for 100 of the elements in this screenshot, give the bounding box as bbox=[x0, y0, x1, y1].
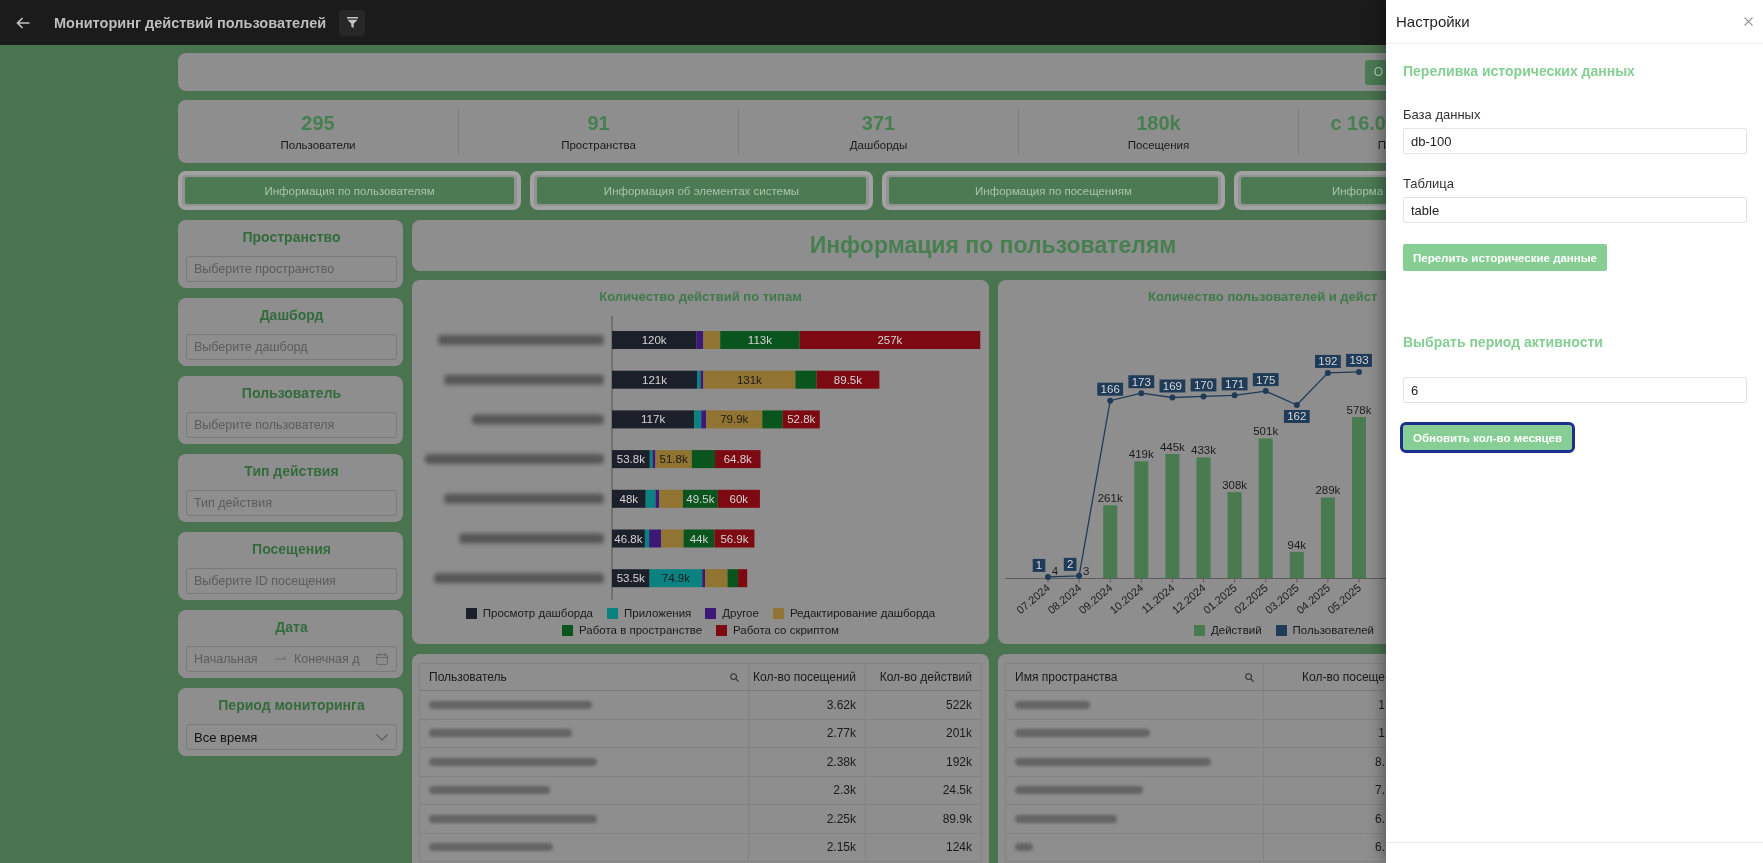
data-label: 48k bbox=[619, 492, 639, 505]
table-cell: 24.5k bbox=[865, 776, 981, 804]
bar-value: 261k bbox=[1097, 492, 1123, 505]
table-cell: 3.62k bbox=[748, 691, 865, 719]
legend-label: Работа со скриптом bbox=[733, 623, 839, 638]
line-point bbox=[1356, 368, 1362, 375]
column-header[interactable]: Кол-во посещений bbox=[748, 664, 865, 690]
bar-segment: 257k bbox=[799, 331, 981, 349]
filter-title: Пользователь bbox=[240, 384, 343, 402]
data-label: 257k bbox=[877, 334, 903, 346]
bar-segment: 46.8k bbox=[612, 529, 645, 548]
table-cell: 522k bbox=[865, 691, 981, 719]
bar-value: 308k bbox=[1222, 479, 1248, 492]
bar-segment bbox=[762, 410, 783, 429]
line-point bbox=[1138, 390, 1145, 397]
nav-button[interactable]: Информация по пользователям bbox=[185, 177, 514, 204]
line-point bbox=[1107, 397, 1114, 404]
data-label: 169 bbox=[1162, 380, 1182, 393]
bar-value: 3 bbox=[1082, 565, 1090, 577]
bar-value: 4 bbox=[1051, 565, 1059, 577]
value-badge: 166 bbox=[1097, 382, 1124, 396]
table-cell: 2.25k bbox=[748, 805, 865, 833]
bar-segment: 117k bbox=[612, 410, 695, 429]
table-cell: 192k bbox=[865, 748, 981, 776]
data-label: 171 bbox=[1225, 377, 1245, 390]
bar-segment bbox=[738, 569, 748, 588]
filter-button[interactable] bbox=[339, 9, 366, 36]
close-icon[interactable] bbox=[1744, 17, 1753, 26]
bar-segment: 53.8k bbox=[612, 450, 650, 469]
data-label: 113k bbox=[747, 334, 773, 346]
section-title: Информация по пользователям bbox=[809, 232, 1177, 259]
bar-value: 289k bbox=[1315, 484, 1341, 497]
column-header[interactable]: Имя пространства bbox=[1006, 664, 1263, 690]
page-title: Мониторинг действий пользователей bbox=[54, 14, 327, 31]
section-heading: Переливка исторических данных bbox=[1403, 62, 1635, 80]
line-point bbox=[1231, 392, 1238, 399]
table-cell: 201k bbox=[865, 719, 981, 747]
line-point bbox=[1324, 369, 1331, 376]
filter-title: Посещения bbox=[251, 540, 332, 558]
bar-value: 445k bbox=[1159, 441, 1185, 454]
nav-button[interactable]: Информация по посещениям bbox=[889, 177, 1218, 204]
stat-label: Посещения bbox=[1127, 137, 1190, 152]
stat-value: 371 bbox=[861, 111, 896, 135]
data-label: 51.8k bbox=[659, 453, 688, 466]
chart-title: Количество пользователей и дейст bbox=[1148, 288, 1378, 305]
line-point bbox=[1076, 572, 1083, 579]
search-icon[interactable] bbox=[730, 672, 739, 682]
bar-segment: 120k bbox=[612, 331, 697, 349]
funnel-icon bbox=[346, 17, 358, 28]
filter-title: Дашборд bbox=[258, 306, 325, 324]
value-badge: 169 bbox=[1159, 379, 1186, 393]
legend-label: Работа в пространстве bbox=[579, 623, 703, 638]
data-label: 117k bbox=[641, 413, 666, 426]
bar-segment: 74.9k bbox=[649, 569, 703, 588]
data-label: 52.8k bbox=[787, 413, 816, 426]
stat-label: Пространства bbox=[561, 137, 636, 152]
bar-segment: 113k bbox=[720, 331, 800, 349]
action-button[interactable]: О bbox=[1364, 59, 1386, 85]
value-badge: 170 bbox=[1190, 378, 1217, 392]
input-field[interactable]: table bbox=[1403, 197, 1747, 223]
bar-segment: 131k bbox=[703, 370, 796, 389]
table-cell: 124k bbox=[865, 833, 981, 861]
data-label: 53.5k bbox=[616, 572, 646, 585]
table-cell: 2.38k bbox=[748, 748, 865, 776]
bar-segment bbox=[691, 450, 715, 469]
bar bbox=[1289, 551, 1304, 578]
bar-value: 578k bbox=[1346, 404, 1372, 416]
data-label: 53.8k bbox=[616, 453, 646, 466]
legend-label: Другое bbox=[722, 606, 759, 621]
back-arrow-icon[interactable] bbox=[16, 16, 30, 29]
panel-title: Настройки bbox=[1396, 13, 1470, 30]
line-point bbox=[1200, 393, 1207, 400]
data-label: 56.9k bbox=[720, 532, 749, 545]
nav-button[interactable]: Информация об элементах системы bbox=[537, 177, 866, 204]
bar-segment: 48k bbox=[612, 489, 646, 508]
search-icon[interactable] bbox=[1245, 672, 1254, 682]
data-label: 175 bbox=[1256, 373, 1276, 386]
value-badge: 173 bbox=[1128, 375, 1155, 389]
table-cell: 2.77k bbox=[748, 719, 865, 747]
filter-title: Дата bbox=[274, 618, 309, 636]
data-label: 44k bbox=[689, 532, 709, 545]
input-field[interactable]: db-100 bbox=[1403, 128, 1747, 154]
bar-segment bbox=[795, 370, 817, 389]
column-header[interactable]: Кол-во действий bbox=[865, 664, 981, 690]
legend-label: Действий bbox=[1211, 623, 1262, 638]
bar-segment: 53.5k bbox=[612, 569, 650, 588]
field-label: Таблица bbox=[1403, 176, 1454, 192]
bar-segment: 49.5k bbox=[682, 489, 718, 508]
bar-segment: 121k bbox=[612, 370, 698, 389]
input-field[interactable]: 6 bbox=[1403, 377, 1747, 403]
column-header[interactable]: Пользователь bbox=[420, 664, 748, 690]
nav-button[interactable]: Информа bbox=[1241, 177, 1386, 204]
calendar-icon bbox=[376, 653, 388, 665]
filter-title: Период мониторинга bbox=[217, 696, 366, 714]
data-label: 49.5k bbox=[686, 492, 715, 505]
data-label: 79.9k bbox=[720, 413, 749, 426]
bar-segment: 64.8k bbox=[715, 450, 761, 469]
dropdown[interactable]: Все время bbox=[186, 724, 397, 750]
bar-segment: 60k bbox=[717, 489, 760, 508]
chevron-down-icon bbox=[376, 733, 388, 741]
